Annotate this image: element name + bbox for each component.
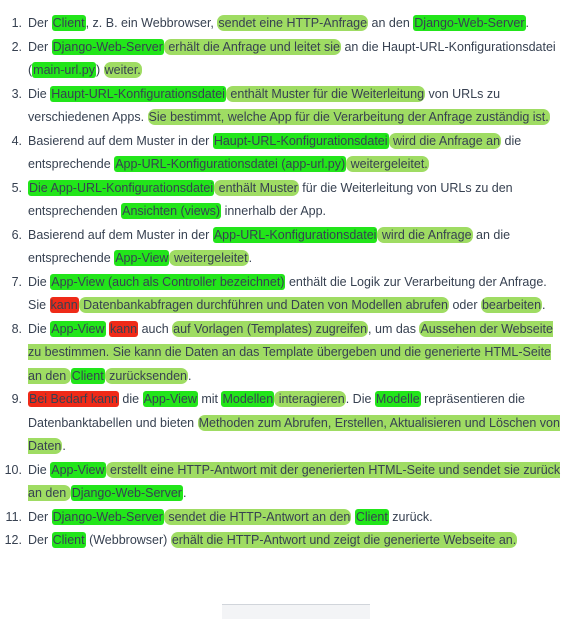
text-segment: an den <box>368 16 414 30</box>
highlight-lightgreen: weitergeleitet <box>169 250 249 266</box>
list-number: 8. <box>11 321 22 336</box>
text-segment: Der <box>28 533 52 547</box>
highlight-green: App-View <box>142 391 198 407</box>
highlight-lightgreen: interagieren <box>274 391 346 407</box>
highlight-lightgreen: weitergeleitet. <box>346 156 429 172</box>
highlight-lightgreen: wird die Anfrage <box>377 226 473 243</box>
highlight-red: kann <box>49 297 79 313</box>
highlight-green: Client <box>354 508 389 525</box>
highlight-green: Client <box>51 15 86 31</box>
text-segment: ) <box>96 63 104 77</box>
text-segment: Die <box>28 86 51 101</box>
text-segment: Die <box>28 462 51 477</box>
highlight-green: Haupt-URL-Konfigurationsdatei <box>50 85 226 102</box>
text-segment: . <box>542 298 546 312</box>
highlight-green: Haupt-URL-Konfigurationsdatei <box>212 132 389 149</box>
highlight-lightgreen: bearbeiten <box>480 297 543 313</box>
text-segment: die <box>118 392 143 406</box>
list-item: 8. Die App-View kann auch auf Vorlagen (T… <box>0 318 565 389</box>
list-item: 3. Die Haupt-URL-Konfigurationsdatei enth… <box>0 83 565 130</box>
highlight-green: Modellen <box>221 391 275 407</box>
highlight-lightgreen: erhält die HTTP-Antwort und zeigt die ge… <box>170 532 518 548</box>
highlight-green: Django-Web-Server <box>413 15 526 31</box>
highlight-lightgreen: erhält die Anfrage und leitet sie <box>163 38 341 55</box>
text-segment: Der <box>28 39 52 54</box>
highlight-green: App-View <box>50 461 106 478</box>
list-item: 7. Die App-View (auch als Controller beze… <box>0 271 565 318</box>
list-item: 12. Der Client (Webbrowser) erhält die HT… <box>0 529 565 553</box>
list-item: 6. Basierend auf dem Muster in der App-UR… <box>0 224 565 271</box>
highlight-green: App-URL-Konfigurationsdatei <box>212 226 378 243</box>
highlight-lightgreen: wird die Anfrage an <box>388 132 502 149</box>
highlight-green: main-url.py <box>32 62 96 78</box>
highlight-lightgreen: auf Vorlagen (Templates) zugreifen <box>172 320 369 337</box>
bottom-toolbar-fragment <box>222 604 370 619</box>
list-number: 12. <box>4 533 22 547</box>
text-segment: zurück. <box>388 509 433 524</box>
text-segment: oder <box>448 298 481 312</box>
text-segment: auch <box>138 321 173 336</box>
list-number: 4. <box>11 133 22 148</box>
highlight-green: Die App-URL-Konfigurationsdatei <box>28 179 215 196</box>
text-segment: , z. B. ein Webbrowser, <box>85 16 218 30</box>
text-segment: Die <box>28 321 51 336</box>
text-segment: . <box>62 439 66 453</box>
highlight-lightgreen: enthält Muster für die Weiterleitung <box>225 85 426 102</box>
list-number: 6. <box>11 227 22 242</box>
list-item: 2. Der Django-Web-Server erhält die Anfra… <box>0 36 565 83</box>
text-segment: mit <box>197 392 222 406</box>
text-segment: Basierend auf dem Muster in der <box>28 227 213 242</box>
highlight-red: kann <box>109 320 139 337</box>
text-segment: . Die <box>345 392 375 406</box>
text-segment: Basierend auf dem Muster in der <box>28 133 213 148</box>
highlight-lightgreen: weiter. <box>103 62 142 78</box>
text-segment: . <box>525 16 529 30</box>
list-item: 11. Der Django-Web-Server sendet die HTTP… <box>0 506 565 530</box>
list-item: 9. Bei Bedarf kann die App-View mit Model… <box>0 388 565 459</box>
text-segment: , um das <box>368 321 420 336</box>
text-segment: . <box>182 486 187 500</box>
highlight-green: Client <box>51 532 86 548</box>
highlight-green: App-URL-Konfigurationsdatei (app-url.py) <box>114 156 347 172</box>
step-list: 1. Der Client, z. B. ein Webbrowser, send… <box>0 12 565 553</box>
highlight-green: Django-Web-Server <box>51 508 164 525</box>
highlight-green: Modelle <box>374 391 421 407</box>
highlight-lightgreen: enthält Muster <box>214 179 299 196</box>
list-item: 4. Basierend auf dem Muster in der Haupt-… <box>0 130 565 177</box>
list-number: 9. <box>11 392 22 406</box>
highlight-green: App-View (auch als Controller bezeichnet… <box>50 273 286 290</box>
list-number: 7. <box>11 274 22 289</box>
list-item: 10. Die App-View erstellt eine HTTP-Antwo… <box>0 459 565 506</box>
highlight-green: Client <box>70 367 105 384</box>
highlight-red: Bei Bedarf kann <box>28 391 119 407</box>
list-item: 1. Der Client, z. B. ein Webbrowser, send… <box>0 12 565 36</box>
text-segment: (Webbrowser) <box>85 533 171 547</box>
list-number: 1. <box>11 16 22 30</box>
list-number: 2. <box>11 39 22 54</box>
highlight-lightgreen: Datenbankabfragen durchführen und Daten … <box>78 297 449 313</box>
numbered-list-document: 1. Der Client, z. B. ein Webbrowser, send… <box>0 12 565 553</box>
list-item: 5. Die App-URL-Konfigurationsdatei enthäl… <box>0 177 565 224</box>
highlight-green: App-View <box>50 320 106 337</box>
list-number: 10. <box>4 462 22 477</box>
highlight-lightgreen: zurücksenden <box>104 367 188 384</box>
highlight-lightgreen: sendet eine HTTP-Anfrage <box>217 15 369 31</box>
highlight-green: Ansichten (views) <box>121 203 222 219</box>
text-segment: . <box>188 368 192 383</box>
highlight-lightgreen: Sie bestimmt, welche App für die Verarbe… <box>147 109 550 125</box>
text-segment: Der <box>28 509 52 524</box>
text-segment: . <box>248 251 253 265</box>
highlight-green: Django-Web-Server <box>70 485 183 501</box>
list-number: 11. <box>5 509 22 524</box>
text-segment: Die <box>28 274 51 289</box>
text-segment: Der <box>28 16 52 30</box>
highlight-green: App-View <box>114 250 170 266</box>
list-number: 3. <box>11 86 22 101</box>
text-segment: innerhalb der App. <box>221 204 327 218</box>
list-number: 5. <box>11 180 22 195</box>
highlight-green: Django-Web-Server <box>51 38 164 55</box>
highlight-lightgreen: sendet die HTTP-Antwort an den <box>163 508 352 525</box>
